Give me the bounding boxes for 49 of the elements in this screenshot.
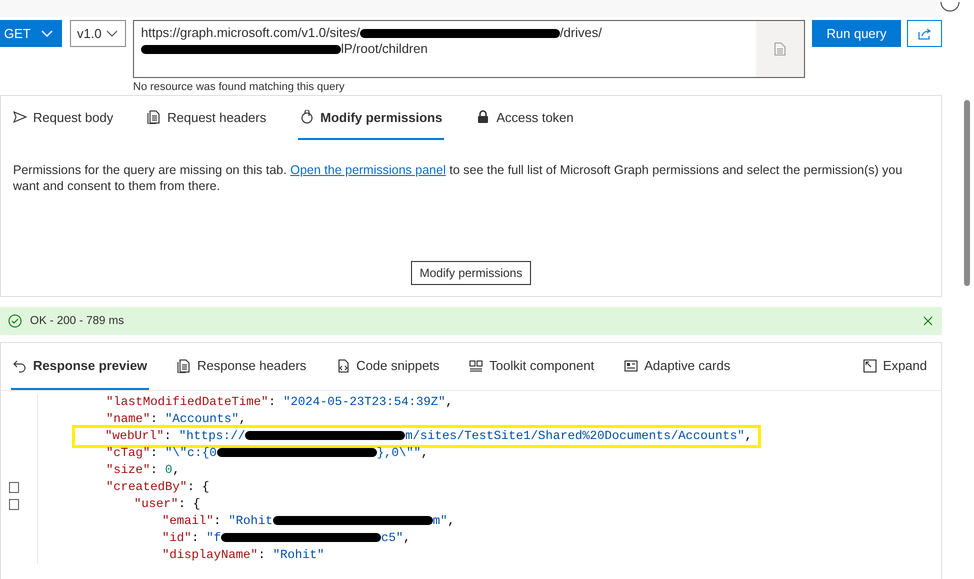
tab[interactable]: Request headers	[145, 96, 268, 140]
share-button[interactable]	[907, 20, 942, 47]
document-icon	[177, 358, 192, 372]
error-message: No resource was found matching this query	[132, 80, 346, 94]
close-button[interactable]	[922, 315, 934, 327]
close-icon	[922, 315, 934, 327]
expand-icon	[862, 358, 877, 372]
share-icon	[918, 28, 932, 40]
url-text: /drives/	[560, 25, 602, 40]
code-document-icon	[336, 358, 350, 372]
tab[interactable]: Adaptive cards	[622, 343, 732, 390]
code-line: "user": {	[134, 497, 200, 512]
code-line: "size": 0,	[106, 463, 180, 478]
code-line: "createdBy": {	[106, 480, 210, 495]
component-icon	[469, 358, 484, 372]
document-icon	[774, 42, 786, 56]
card-icon	[624, 358, 638, 372]
tab[interactable]: Code snippets	[334, 343, 442, 390]
code-line: "displayName": "Rohit"	[162, 548, 324, 563]
permissions-panel-link[interactable]: Open the permissions panel	[290, 163, 446, 177]
url-text: https://graph.microsoft.com/v1.0/sites/	[141, 25, 360, 40]
tab[interactable]: Response headers	[175, 343, 308, 390]
tab[interactable]: Response preview	[11, 343, 150, 390]
expand-button[interactable]: Expand	[860, 343, 929, 390]
send-icon	[13, 110, 27, 124]
code-line: "name": "Accounts",	[106, 412, 246, 427]
fold-toggle[interactable]	[9, 482, 19, 493]
method-dropdown[interactable]: GET	[0, 20, 62, 47]
tab[interactable]: Toolkit component	[467, 343, 596, 390]
tab[interactable]: Access token	[474, 96, 576, 140]
code-line: "lastModifiedDateTime": "2024-05-23T23:54:39Z",	[106, 395, 453, 410]
url-field[interactable]: https://graph.microsoft.com/v1.0/sites/ /drives/ lP/root/children	[133, 20, 805, 78]
scrollbar-thumb[interactable]	[964, 100, 970, 286]
code-line: "webUrl": "https:// m/sites/TestSite1/Shared%20Documents/Accounts",	[75, 428, 758, 445]
status-message: OK - 200 - 789 ms	[30, 315, 124, 327]
code-line: "cTag": "\"c:{0 },0\"",	[106, 446, 428, 461]
code-line: "id": "f c5",	[162, 531, 411, 546]
undo-icon	[13, 358, 27, 372]
tab[interactable]: Modify permissions	[298, 96, 444, 140]
run-query-button[interactable]: Run query	[812, 20, 901, 47]
document-icon	[147, 110, 162, 124]
check-circle-icon	[8, 314, 22, 328]
version-dropdown[interactable]: v1.0	[70, 20, 126, 47]
permissions-message: Permissions for the query are missing on this tab. Open the permissions panel to see the full list of Microsoft Graph permissions and select the permission(s) you want and consent to them from there.	[13, 162, 904, 194]
code-line: "email": "Rohit m",	[162, 514, 455, 529]
url-text: lP/root/children	[341, 41, 428, 56]
fold-toggle[interactable]	[9, 499, 19, 510]
tab[interactable]: Request body	[11, 96, 116, 140]
modify-permissions-button[interactable]: Modify permissions	[410, 261, 532, 285]
